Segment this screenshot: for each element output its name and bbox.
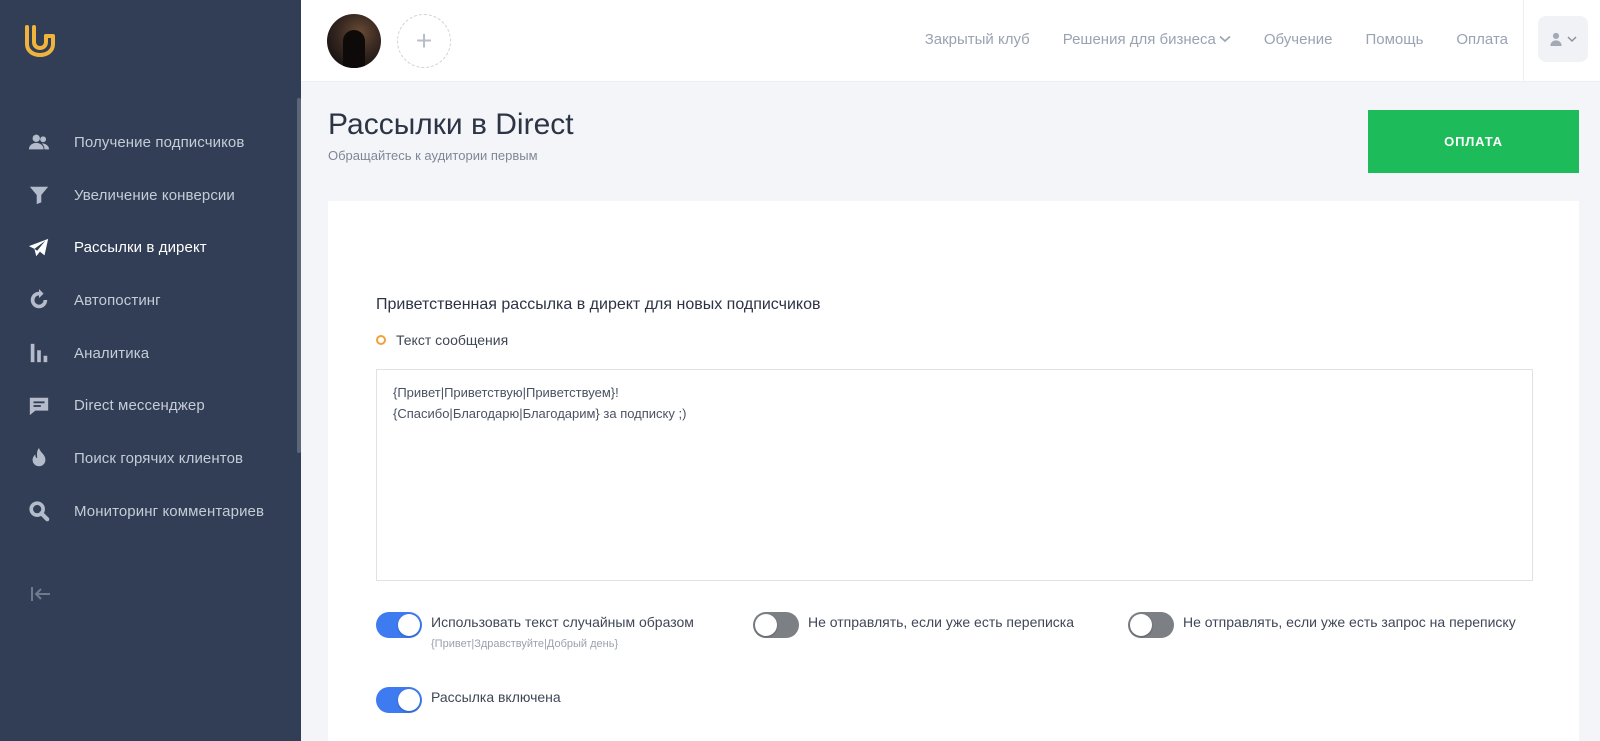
message-icon: [28, 395, 50, 417]
sidebar-item-label: Мониторинг комментариев: [74, 502, 265, 520]
users-icon: [28, 131, 50, 153]
sidebar-nav: Получение подписчиков Увеличение конверс…: [0, 116, 297, 538]
sidebar-item-hot-clients[interactable]: Поиск горячих клиентов: [0, 432, 297, 485]
message-field-label-text: Текст сообщения: [396, 332, 509, 348]
sidebar-item-label: Direct мессенджер: [74, 397, 205, 415]
section-title: Приветственная рассылка в директ для нов…: [376, 296, 821, 313]
chevron-down-icon: [1567, 36, 1577, 43]
search-icon: [28, 500, 50, 522]
nav-business-solutions-label: Решения для бизнеса: [1062, 30, 1216, 48]
sidebar-item-label: Аналитика: [74, 344, 150, 362]
user-menu-button[interactable]: [1538, 16, 1588, 62]
nav-business-solutions[interactable]: Решения для бизнеса: [1063, 31, 1231, 48]
top-nav: Закрытый клуб Решения для бизнеса Обучен…: [892, 0, 1508, 78]
nav-closed-club[interactable]: Закрытый клуб: [925, 31, 1030, 48]
page-subtitle: Обращайтесь к аудитории первым: [328, 148, 538, 163]
sidebar-item-messenger[interactable]: Direct мессенджер: [0, 379, 297, 432]
toggle-skip-conversation-group: Не отправлять, если уже есть переписка: [753, 612, 1074, 638]
required-dot-icon: [376, 335, 386, 345]
divider: [1523, 0, 1524, 82]
mailing-enabled-label: Рассылка включена: [431, 689, 561, 705]
fire-icon: [28, 447, 50, 469]
sidebar-item-label: Рассылки в директ: [74, 239, 207, 257]
message-textarea[interactable]: {Привет|Приветствую|Приветствуем}! {Спас…: [376, 369, 1533, 581]
skip-conversation-toggle[interactable]: [753, 612, 799, 638]
nav-payment[interactable]: Оплата: [1456, 31, 1508, 48]
skip-request-toggle[interactable]: [1128, 612, 1174, 638]
pay-button[interactable]: ОПЛАТА: [1368, 110, 1579, 173]
bar-chart-icon: [28, 342, 50, 364]
sidebar-item-subscribers[interactable]: Получение подписчиков: [0, 116, 297, 169]
sidebar-item-conversion[interactable]: Увеличение конверсии: [0, 169, 297, 222]
sidebar-item-comments-monitoring[interactable]: Мониторинг комментариев: [0, 485, 297, 538]
sidebar-item-label: Автопостинг: [74, 291, 161, 309]
sidebar-item-label: Получение подписчиков: [74, 133, 245, 151]
chevron-down-icon: [1219, 35, 1231, 43]
mailing-enabled-toggle[interactable]: [376, 687, 422, 713]
funnel-icon: [28, 184, 50, 206]
random-text-label: Использовать текст случайным образом: [431, 614, 694, 630]
paper-plane-icon: [28, 237, 50, 259]
topbar: + Закрытый клуб Решения для бизнеса Обуч…: [301, 0, 1600, 82]
refresh-icon: [28, 289, 50, 311]
sidebar-scrollbar[interactable]: [297, 98, 301, 453]
skip-conversation-label: Не отправлять, если уже есть переписка: [808, 614, 1074, 630]
sidebar-item-label: Увеличение конверсии: [74, 186, 235, 204]
add-account-button[interactable]: +: [397, 14, 451, 68]
skip-request-label: Не отправлять, если уже есть запрос на п…: [1183, 614, 1516, 630]
collapse-sidebar-icon[interactable]: [28, 582, 52, 606]
account-avatar[interactable]: [327, 14, 381, 68]
sidebar-item-analytics[interactable]: Аналитика: [0, 327, 297, 380]
nav-learning[interactable]: Обучение: [1264, 31, 1333, 48]
sidebar-item-autoposting[interactable]: Автопостинг: [0, 274, 297, 327]
mailing-settings-card: Приветственная рассылка в директ для нов…: [328, 201, 1579, 741]
page-title: Рассылки в Direct: [328, 108, 574, 141]
user-icon: [1550, 32, 1562, 46]
message-field-label: Текст сообщения: [376, 332, 508, 348]
random-text-toggle[interactable]: [376, 612, 422, 638]
logo-icon[interactable]: [24, 24, 56, 58]
toggle-skip-request-group: Не отправлять, если уже есть запрос на п…: [1128, 612, 1516, 638]
nav-help[interactable]: Помощь: [1365, 31, 1423, 48]
random-text-hint: {Привет|Здравствуйте|Добрый день}: [431, 638, 619, 650]
sidebar: Получение подписчиков Увеличение конверс…: [0, 0, 301, 741]
sidebar-item-label: Поиск горячих клиентов: [74, 449, 244, 467]
toggle-enabled-group: Рассылка включена: [376, 687, 561, 713]
sidebar-item-direct-mailing[interactable]: Рассылки в директ: [0, 221, 297, 274]
toggle-random-text-group: Использовать текст случайным образом {Пр…: [376, 612, 694, 650]
